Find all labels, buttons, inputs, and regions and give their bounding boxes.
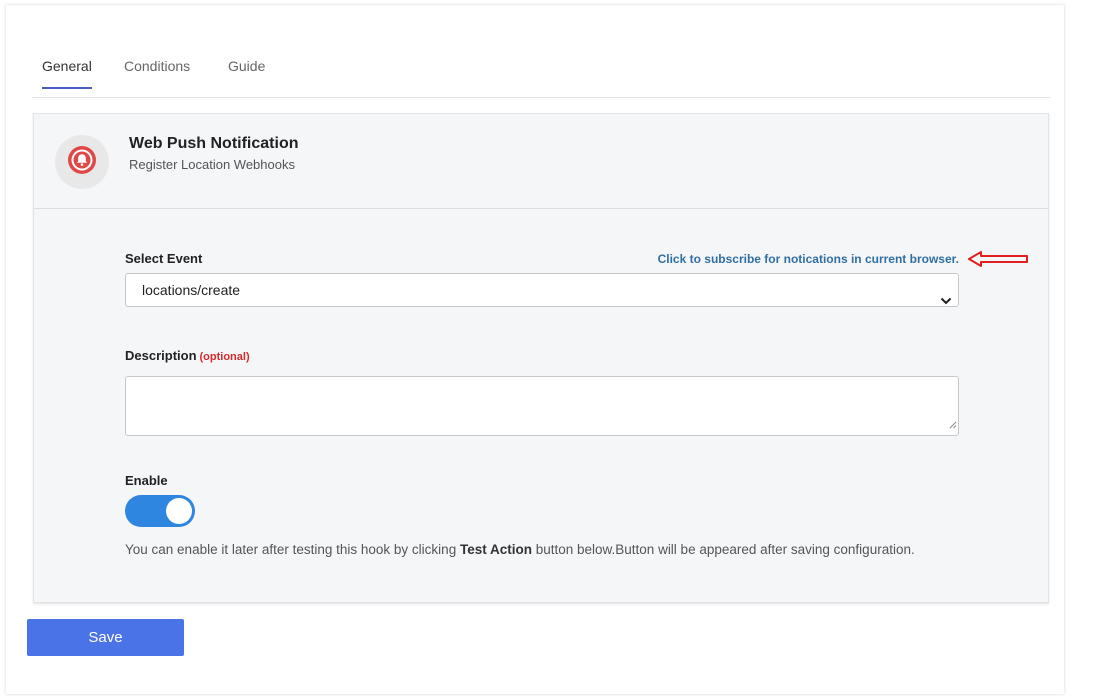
select-event-label: Select Event xyxy=(125,251,203,266)
chevron-down-icon xyxy=(940,285,952,317)
enable-toggle[interactable] xyxy=(125,495,195,527)
description-textarea[interactable] xyxy=(125,376,959,436)
settings-panel: Web Push Notification Register Location … xyxy=(33,113,1049,603)
subscribe-link[interactable]: Click to subscribe for notications in cu… xyxy=(594,252,959,266)
arrow-left-icon xyxy=(967,250,1029,273)
tab-guide[interactable]: Guide xyxy=(228,58,265,89)
event-select[interactable]: locations/create xyxy=(125,273,959,307)
tab-general[interactable]: General xyxy=(42,58,92,89)
avatar xyxy=(55,135,109,189)
bell-icon xyxy=(67,145,97,180)
hint-bold: Test Action xyxy=(459,542,532,557)
page-title: Web Push Notification xyxy=(129,135,299,152)
enable-hint: You can enable it later after testing th… xyxy=(125,542,915,557)
hint-text-1: You can enable it later after testing th… xyxy=(125,542,460,557)
tab-bar: General Conditions Guide xyxy=(32,5,1050,98)
hint-text-2: button below.Button will be appeared aft… xyxy=(531,542,915,557)
optional-tag: (optional) xyxy=(199,351,250,363)
tab-conditions[interactable]: Conditions xyxy=(124,58,190,89)
page-subtitle: Register Location Webhooks xyxy=(129,157,295,172)
panel-header: Web Push Notification Register Location … xyxy=(34,114,1048,209)
description-label: Description (optional) xyxy=(125,348,250,363)
toggle-knob xyxy=(166,498,192,524)
resize-handle-icon[interactable] xyxy=(948,416,957,434)
page-card: General Conditions Guide Web Push Notifi… xyxy=(6,5,1064,694)
event-select-value: locations/create xyxy=(142,282,241,298)
save-button[interactable]: Save xyxy=(27,619,184,656)
enable-label: Enable xyxy=(125,473,168,488)
description-label-text: Description xyxy=(125,348,197,363)
